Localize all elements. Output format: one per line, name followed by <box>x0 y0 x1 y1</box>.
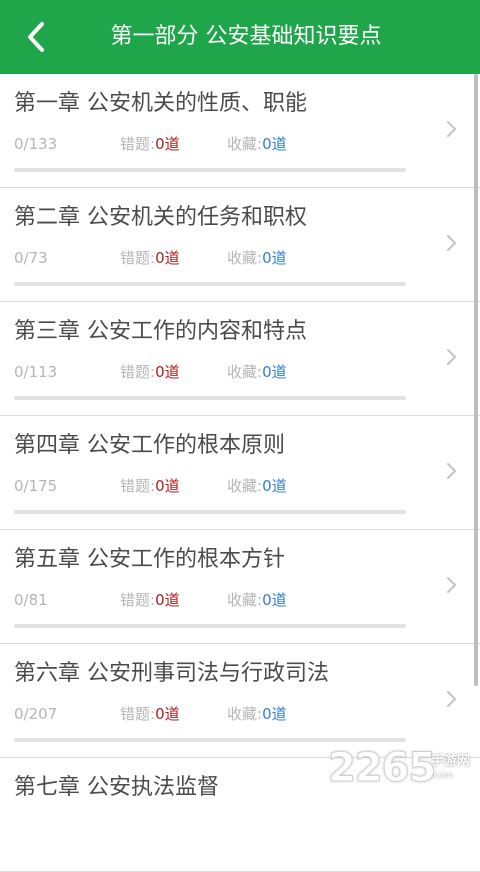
chevron-right-icon <box>447 121 456 137</box>
progress-bar <box>14 168 406 172</box>
chapter-item[interactable]: 第六章 公安刑事司法与行政司法 0/207 错题:0道 收藏:0道 <box>0 644 480 758</box>
wrong-stat: 错题:0道 <box>120 704 180 724</box>
wrong-label: 错题: <box>120 705 156 723</box>
watermark-text: 手游网 <box>431 754 471 769</box>
wrong-stat: 错题:0道 <box>120 362 180 382</box>
favorite-count: 0道 <box>262 477 287 495</box>
chevron-right-icon <box>447 691 456 707</box>
favorite-stat: 收藏:0道 <box>227 248 287 268</box>
favorite-count: 0道 <box>262 249 287 267</box>
favorite-label: 收藏: <box>227 705 263 723</box>
favorite-label: 收藏: <box>227 135 263 153</box>
progress-bar <box>14 282 406 286</box>
wrong-label: 错题: <box>120 591 156 609</box>
chevron-right-icon <box>447 235 456 251</box>
progress-count: 0/73 <box>14 249 48 267</box>
favorite-count: 0道 <box>262 135 287 153</box>
progress-bar <box>14 396 406 400</box>
wrong-count: 0道 <box>155 363 180 381</box>
favorite-count: 0道 <box>262 705 287 723</box>
wrong-stat: 错题:0道 <box>120 476 180 496</box>
app-header: 第一部分 公安基础知识要点 <box>0 0 480 74</box>
chapter-item[interactable]: 第四章 公安工作的根本原则 0/175 错题:0道 收藏:0道 <box>0 416 480 530</box>
watermark-logo: 2265 手游网 .com <box>327 745 478 792</box>
favorite-stat: 收藏:0道 <box>227 590 287 610</box>
favorite-stat: 收藏:0道 <box>227 476 287 496</box>
chapter-item[interactable]: 第五章 公安工作的根本方针 0/81 错题:0道 收藏:0道 <box>0 530 480 644</box>
watermark-url: .com <box>431 771 454 781</box>
chapter-title: 第二章 公安机关的任务和职权 <box>14 205 307 230</box>
progress-bar <box>14 510 406 514</box>
wrong-label: 错题: <box>120 363 156 381</box>
wrong-count: 0道 <box>155 705 180 723</box>
wrong-label: 错题: <box>120 477 156 495</box>
chevron-right-icon <box>447 577 456 593</box>
chapter-title: 第六章 公安刑事司法与行政司法 <box>14 661 329 686</box>
wrong-stat: 错题:0道 <box>120 590 180 610</box>
chapter-title: 第三章 公安工作的内容和特点 <box>14 319 307 344</box>
favorite-label: 收藏: <box>227 363 263 381</box>
favorite-stat: 收藏:0道 <box>227 704 287 724</box>
progress-bar <box>14 624 406 628</box>
chapter-title: 第五章 公安工作的根本方针 <box>14 547 285 572</box>
progress-count: 0/113 <box>14 363 58 381</box>
chapter-item[interactable]: 第一章 公安机关的性质、职能 0/133 错题:0道 收藏:0道 <box>0 74 480 188</box>
chapter-title: 第四章 公安工作的根本原则 <box>14 433 285 458</box>
chevron-right-icon <box>447 463 456 479</box>
chapter-title: 第一章 公安机关的性质、职能 <box>14 91 307 116</box>
page-title: 第一部分 公安基础知识要点 <box>110 24 382 49</box>
progress-count: 0/81 <box>14 591 48 609</box>
watermark-number: 2265 <box>327 745 436 791</box>
favorite-label: 收藏: <box>227 477 263 495</box>
favorite-stat: 收藏:0道 <box>227 134 287 154</box>
progress-count: 0/133 <box>14 135 58 153</box>
wrong-count: 0道 <box>155 249 180 267</box>
favorite-count: 0道 <box>262 363 287 381</box>
progress-count: 0/207 <box>14 705 58 723</box>
progress-count: 0/175 <box>14 477 58 495</box>
wrong-count: 0道 <box>155 591 180 609</box>
chapter-item[interactable]: 第二章 公安机关的任务和职权 0/73 错题:0道 收藏:0道 <box>0 188 480 302</box>
favorite-count: 0道 <box>262 591 287 609</box>
chapter-item[interactable]: 第三章 公安工作的内容和特点 0/113 错题:0道 收藏:0道 <box>0 302 480 416</box>
chevron-right-icon <box>447 349 456 365</box>
progress-bar <box>14 738 406 742</box>
chapter-title: 第七章 公安执法监督 <box>14 775 219 800</box>
wrong-count: 0道 <box>155 135 180 153</box>
wrong-stat: 错题:0道 <box>120 134 180 154</box>
wrong-label: 错题: <box>120 135 156 153</box>
scrollbar[interactable] <box>474 74 478 686</box>
wrong-count: 0道 <box>155 477 180 495</box>
favorite-label: 收藏: <box>227 591 263 609</box>
favorite-stat: 收藏:0道 <box>227 362 287 382</box>
favorite-label: 收藏: <box>227 249 263 267</box>
wrong-stat: 错题:0道 <box>120 248 180 268</box>
wrong-label: 错题: <box>120 249 156 267</box>
